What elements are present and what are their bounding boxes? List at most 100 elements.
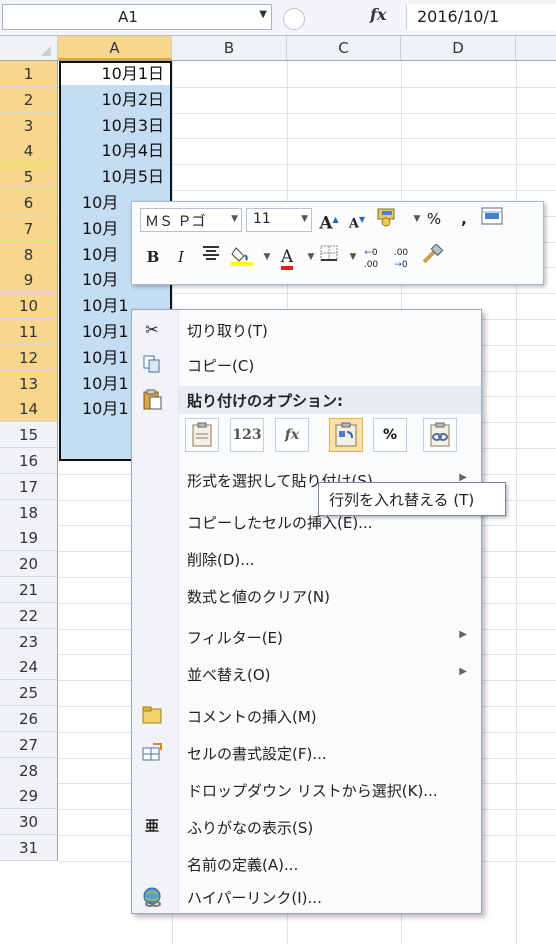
menu-item-label: 並べ替え(O): [187, 666, 271, 684]
mini-toolbar: ＭＳ Ｐゴ ▼ 11 ▼ A▲ A▼ ▼ % , B I ▼ A ▼ ▼ ←0 …: [131, 201, 544, 285]
grow-font-button[interactable]: A▲: [318, 206, 340, 234]
row-header-27[interactable]: 27: [0, 732, 58, 758]
format-painter-button[interactable]: [420, 243, 444, 270]
row-header-1[interactable]: 1: [0, 61, 58, 87]
row-header-8[interactable]: 8: [0, 242, 58, 268]
paint-bucket-icon: [231, 247, 253, 266]
insert-function-icon[interactable]: fx: [370, 5, 386, 24]
font-color-button[interactable]: A: [276, 244, 298, 270]
comment-icon: [140, 705, 164, 727]
row-header-26[interactable]: 26: [0, 706, 58, 732]
row-header-6[interactable]: 6: [0, 190, 58, 216]
menu-item-insert-comment[interactable]: コメントの挿入(M): [132, 699, 481, 733]
cell-a3[interactable]: 10月3日: [62, 113, 170, 139]
menu-item-label: コピー(C): [187, 357, 255, 375]
menu-item-label: ふりがなの表示(S): [187, 819, 314, 837]
copy-icon: [140, 354, 164, 376]
menu-item-label: 切り取り(T): [187, 322, 268, 340]
increase-decimal-label: .00: [363, 260, 379, 270]
row-header-24[interactable]: 24: [0, 654, 58, 680]
paste-option-paste[interactable]: [185, 418, 219, 452]
formula-bar: A1 ▼ fx 2016/10/1: [0, 0, 556, 36]
increase-decimal-button[interactable]: ←0.00: [360, 244, 382, 273]
paste-options-header: 貼り付けのオプション:: [179, 386, 481, 414]
select-all-button[interactable]: [0, 36, 58, 60]
menu-item-format-cells[interactable]: セルの書式設定(F)...: [132, 736, 481, 770]
row-header-3[interactable]: 3: [0, 113, 58, 139]
fill-color-button[interactable]: [230, 244, 254, 270]
name-box[interactable]: A1 ▼: [2, 4, 272, 30]
row-header-15[interactable]: 15: [0, 422, 58, 448]
accounting-format-button[interactable]: [376, 206, 402, 232]
paste-option-values[interactable]: 123: [230, 418, 264, 452]
chevron-down-icon[interactable]: ▼: [256, 244, 278, 270]
row-header-7[interactable]: 7: [0, 216, 58, 242]
comma-style-button[interactable]: ,: [453, 206, 475, 232]
menu-item-filter[interactable]: フィルター(E) ▶: [132, 620, 481, 654]
row-header-22[interactable]: 22: [0, 603, 58, 629]
row-header-28[interactable]: 28: [0, 758, 58, 784]
menu-item-sort[interactable]: 並べ替え(O) ▶: [132, 657, 481, 691]
menu-item-cut[interactable]: ✂ 切り取り(T): [132, 313, 481, 347]
row-header-2[interactable]: 2: [0, 87, 58, 113]
column-header-b[interactable]: B: [172, 36, 287, 60]
menu-item-define-name[interactable]: 名前の定義(A)...: [132, 847, 481, 881]
format-cells-icon: [140, 742, 164, 764]
cell-a2[interactable]: 10月2日: [62, 87, 170, 113]
cell-a5[interactable]: 10月5日: [62, 164, 170, 190]
column-header-c[interactable]: C: [287, 36, 401, 60]
formula-resize-handle[interactable]: [283, 8, 305, 30]
merge-center-button[interactable]: [481, 206, 503, 232]
grow-font-label: A: [319, 213, 333, 234]
menu-item-clear-contents[interactable]: 数式と値のクリア(N): [132, 579, 481, 613]
menu-item-label: 数式と値のクリア(N): [187, 588, 330, 606]
column-header-a[interactable]: A: [58, 36, 172, 60]
row-header-30[interactable]: 30: [0, 809, 58, 835]
bold-button[interactable]: B: [142, 244, 164, 270]
row-header-16[interactable]: 16: [0, 448, 58, 474]
paste-option-formatting[interactable]: %: [373, 418, 407, 452]
cell-a4[interactable]: 10月4日: [62, 138, 170, 164]
row-header-14[interactable]: 14: [0, 396, 58, 422]
menu-item-copy[interactable]: コピー(C): [132, 348, 481, 382]
borders-button[interactable]: [318, 244, 340, 270]
row-header-29[interactable]: 29: [0, 783, 58, 809]
row-header-12[interactable]: 12: [0, 345, 58, 371]
row-header-13[interactable]: 13: [0, 371, 58, 397]
cell-a1[interactable]: 10月1日: [62, 61, 170, 87]
column-header-e[interactable]: [516, 36, 556, 60]
menu-item-hyperlink[interactable]: ハイパーリンク(I)...: [132, 880, 481, 914]
formula-input[interactable]: 2016/10/1: [406, 4, 556, 30]
row-header-10[interactable]: 10: [0, 293, 58, 319]
font-name-dropdown[interactable]: ＭＳ Ｐゴ ▼: [140, 208, 242, 232]
row-header-9[interactable]: 9: [0, 267, 58, 293]
shrink-font-button[interactable]: A▼: [346, 206, 368, 232]
column-header-d[interactable]: D: [401, 36, 516, 60]
menu-item-show-phonetic[interactable]: 亜 ふりがなの表示(S): [132, 810, 481, 844]
row-header-20[interactable]: 20: [0, 551, 58, 577]
decrease-decimal-button[interactable]: .00 →0: [390, 244, 412, 273]
row-header-23[interactable]: 23: [0, 629, 58, 655]
font-size-dropdown[interactable]: 11 ▼: [246, 208, 312, 232]
paste-option-formulas[interactable]: fx: [275, 418, 309, 452]
row-header-21[interactable]: 21: [0, 577, 58, 603]
row-header-5[interactable]: 5: [0, 164, 58, 190]
paste-option-transpose[interactable]: [329, 418, 363, 452]
center-align-button[interactable]: [200, 244, 222, 270]
row-header-17[interactable]: 17: [0, 474, 58, 500]
percent-style-button[interactable]: %: [423, 206, 445, 232]
menu-item-pick-from-dropdown[interactable]: ドロップダウン リストから選択(K)...: [132, 773, 481, 807]
scissors-icon: ✂: [145, 320, 159, 339]
chevron-down-icon[interactable]: ▼: [259, 9, 267, 20]
paste-option-link[interactable]: [423, 418, 457, 452]
select-all-triangle-icon: [41, 46, 51, 56]
row-header-18[interactable]: 18: [0, 500, 58, 526]
row-header-4[interactable]: 4: [0, 138, 58, 164]
italic-button[interactable]: I: [170, 244, 192, 270]
row-header-25[interactable]: 25: [0, 680, 58, 706]
row-header-11[interactable]: 11: [0, 319, 58, 345]
menu-item-label: ドロップダウン リストから選択(K)...: [187, 782, 438, 800]
row-header-31[interactable]: 31: [0, 835, 58, 861]
menu-item-delete[interactable]: 削除(D)...: [132, 542, 481, 576]
row-header-19[interactable]: 19: [0, 525, 58, 551]
